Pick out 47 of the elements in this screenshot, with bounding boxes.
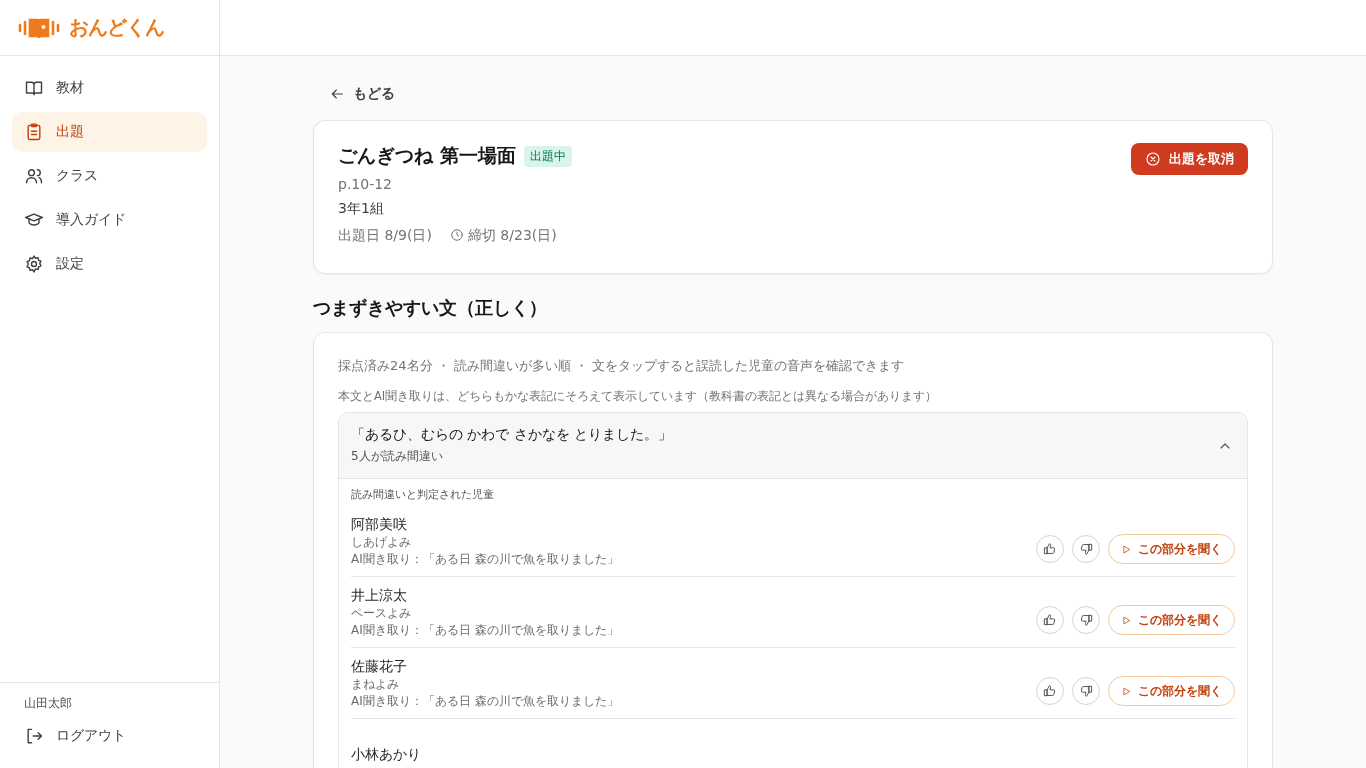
assigned-date: 出題日 8/9(日) <box>338 226 432 245</box>
sidebar-item[interactable]: 設定 <box>12 244 207 284</box>
users-icon <box>24 166 44 186</box>
class-name: 3年1組 <box>338 199 385 218</box>
play-segment-button[interactable]: この部分を聞く <box>1108 534 1235 564</box>
ai-transcript: AI聞き取り：「ある日 森の川で魚を取りました」 <box>351 693 619 710</box>
sidebar-item[interactable]: 教材 <box>12 68 207 108</box>
student-name: 佐藤花子 <box>351 657 408 676</box>
sidebar-item[interactable]: クラス <box>12 156 207 196</box>
ai-transcript: AI聞き取り：「ある日 森の川で魚を取りました」 <box>351 622 619 639</box>
student-name: 阿部美咲 <box>351 515 408 534</box>
settings-icon <box>24 254 44 274</box>
section-title: つまずきやすい文（正しく） <box>313 296 548 320</box>
back-link[interactable]: もどる <box>313 80 411 108</box>
list-label: 読み間違いと判定された児童 <box>351 487 495 502</box>
play-icon <box>1121 543 1132 555</box>
assignment-title: ごんぎつね 第一場面 <box>338 143 516 168</box>
sentence-header[interactable]: 「あるひ、むらの かわで さかなを とりました。」 5人が読み間違い <box>339 413 1247 479</box>
status-badge: 出題中 <box>523 145 572 167</box>
play-icon <box>1121 685 1132 697</box>
ai-transcript: AI聞き取り：「ある日 森の川で魚を取りました」 <box>351 551 619 568</box>
clipboard-icon <box>24 122 44 142</box>
page-range: p.10-12 <box>338 175 394 194</box>
play-icon <box>1121 614 1132 626</box>
cancel-button[interactable]: 出題を取消 <box>1131 143 1248 175</box>
student-name: 井上涼太 <box>351 586 408 605</box>
clock-icon <box>449 228 464 242</box>
error-count: 5人が読み間違い <box>351 448 444 465</box>
circle-x-icon <box>1145 151 1161 167</box>
reading-type: ペースよみ <box>351 605 412 622</box>
logout-icon <box>24 726 44 746</box>
student-name: 小林あかり <box>351 745 421 764</box>
reading-type: しあげよみ <box>351 534 412 551</box>
sentence-text: 「あるひ、むらの かわで さかなを とりました。」 <box>351 426 673 444</box>
play-segment-button[interactable]: この部分を聞く <box>1108 676 1235 706</box>
logo-text: おんどくん <box>69 14 164 41</box>
logout-link[interactable]: ログアウト <box>12 716 207 756</box>
summary-text: 採点済み24名分 ・ 読み間違いが多い順 ・ 文をタップすると誤読した児童の音声を確認できます <box>338 357 906 375</box>
arrow-left-icon <box>329 86 345 102</box>
note-text: 本文とAI聞き取りは、どちらもかな表記にそろえて表示しています（教科書の表記とは異なる場合があります） <box>338 389 939 404</box>
play-segment-button[interactable]: この部分を聞く <box>1108 605 1235 635</box>
sidebar-item[interactable]: 出題 <box>12 112 207 152</box>
deadline-date: 締切 8/23(日) <box>467 226 557 245</box>
book-icon <box>24 78 44 98</box>
sidebar-item[interactable]: 導入ガイド <box>12 200 207 240</box>
user-name: 山田太郎 <box>23 695 73 712</box>
reading-type: まねよみ <box>351 676 400 693</box>
